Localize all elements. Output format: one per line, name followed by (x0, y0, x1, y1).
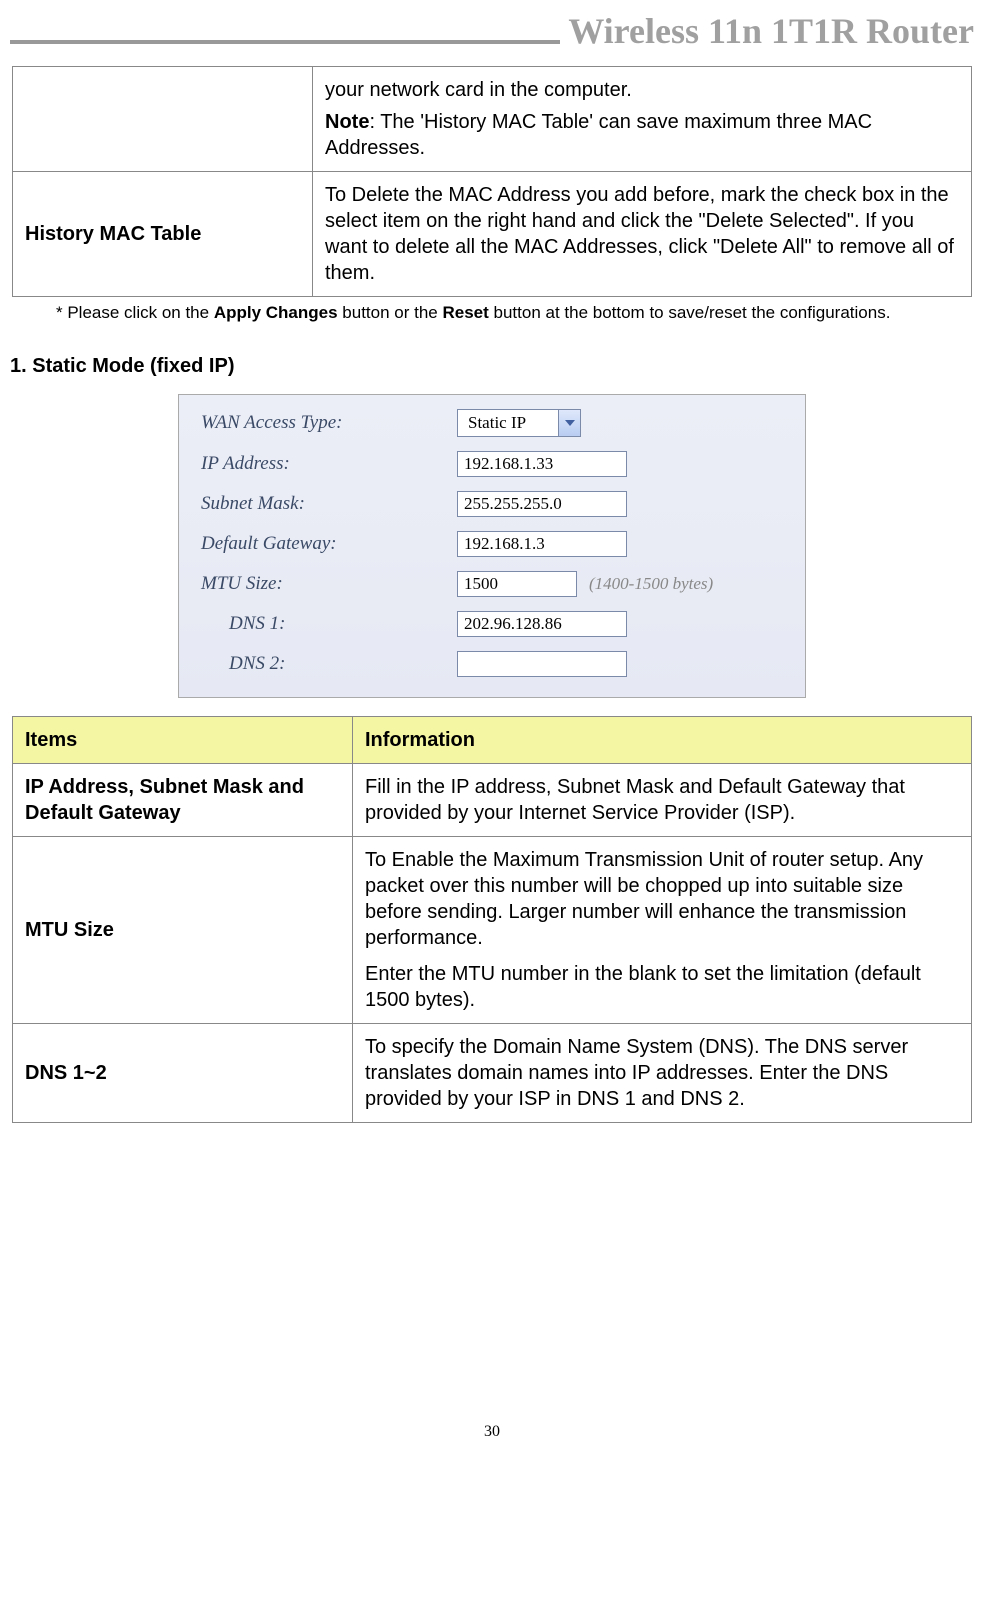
default-gateway-input[interactable] (457, 531, 627, 557)
history-mac-table: your network card in the computer. Note:… (12, 66, 972, 297)
ip-address-input[interactable] (457, 451, 627, 477)
subnet-mask-label: Subnet Mask: (201, 493, 457, 515)
page-number: 30 (10, 1423, 974, 1441)
dns2-label: DNS 2: (201, 653, 457, 675)
subnet-mask-input[interactable] (457, 491, 627, 517)
mtu-hint: (1400-1500 bytes) (589, 574, 713, 594)
wan-access-type-label: WAN Access Type: (201, 412, 457, 434)
row-text: Fill in the IP address, Subnet Mask and … (353, 764, 972, 837)
column-header-information: Information (353, 717, 972, 764)
mtu-size-label: MTU Size: (201, 573, 457, 595)
footnote-text: button or the (338, 303, 443, 322)
paragraph: Enter the MTU number in the blank to set… (365, 961, 959, 1013)
mtu-size-input[interactable] (457, 571, 577, 597)
row-text: To specify the Domain Name System (DNS).… (353, 1024, 972, 1123)
dns1-input[interactable] (457, 611, 627, 637)
row-label: History MAC Table (13, 172, 313, 297)
row-label (13, 67, 313, 172)
row-note: Note: The 'History MAC Table' can save m… (325, 109, 959, 161)
wan-access-type-select[interactable]: Static IP (457, 409, 581, 437)
default-gateway-label: Default Gateway: (201, 533, 457, 555)
ip-address-label: IP Address: (201, 453, 457, 475)
row-text: To Enable the Maximum Transmission Unit … (353, 837, 972, 1024)
note-text: : The 'History MAC Table' can save maxim… (325, 111, 872, 159)
dns1-label: DNS 1: (201, 613, 457, 635)
footnote-text: button at the bottom to save/reset the c… (489, 303, 891, 322)
header-title: Wireless 11n 1T1R Router (568, 10, 974, 52)
header-divider (10, 40, 560, 44)
footnote-bold: Reset (442, 303, 488, 322)
row-label: MTU Size (13, 837, 353, 1024)
static-mode-form: WAN Access Type: Static IP IP Address: S… (178, 394, 806, 698)
row-label: IP Address, Subnet Mask and Default Gate… (13, 764, 353, 837)
row-text: To Delete the MAC Address you add before… (313, 172, 972, 297)
note-label: Note (325, 111, 369, 133)
column-header-items: Items (13, 717, 353, 764)
row-label: DNS 1~2 (13, 1024, 353, 1123)
chevron-down-icon[interactable] (558, 410, 580, 436)
static-mode-table: Items Information IP Address, Subnet Mas… (12, 716, 972, 1123)
row-text: your network card in the computer. (325, 77, 959, 103)
footnote-text: * Please click on the (56, 303, 214, 322)
select-value: Static IP (458, 413, 558, 433)
paragraph: To Enable the Maximum Transmission Unit … (365, 847, 959, 951)
section-heading: 1. Static Mode (fixed IP) (10, 355, 974, 378)
page-header: Wireless 11n 1T1R Router (10, 10, 974, 52)
footnote-bold: Apply Changes (214, 303, 338, 322)
dns2-input[interactable] (457, 651, 627, 677)
apply-changes-note: * Please click on the Apply Changes butt… (56, 303, 974, 323)
